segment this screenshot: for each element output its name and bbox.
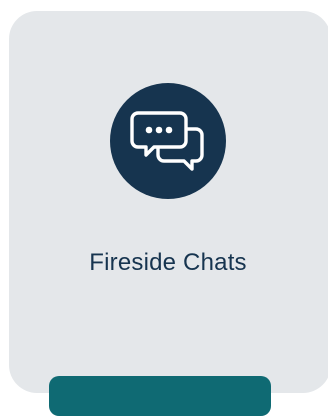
icon-badge <box>110 83 226 199</box>
fireside-chats-card[interactable]: Fireside Chats <box>9 11 328 393</box>
chat-bubbles-icon <box>130 111 204 171</box>
card-action-button[interactable] <box>49 376 271 416</box>
card-title: Fireside Chats <box>89 249 247 276</box>
